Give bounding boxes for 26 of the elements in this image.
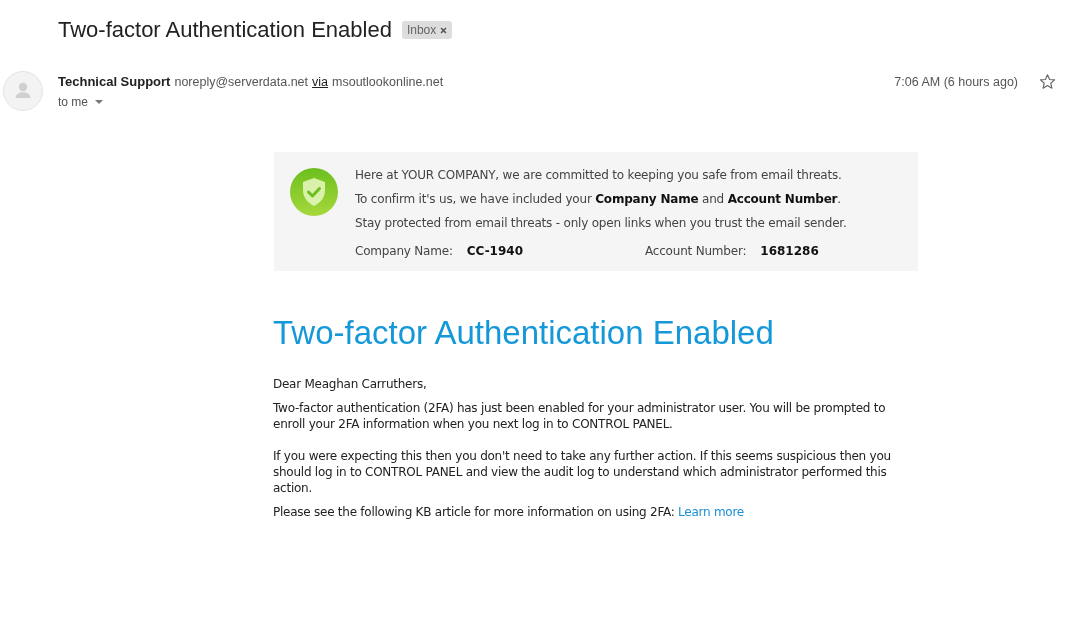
star-icon[interactable] bbox=[1039, 73, 1056, 90]
email-subject: Two-factor Authentication Enabled bbox=[58, 16, 392, 44]
sender-email: noreply@serverdata.net bbox=[174, 75, 309, 89]
body-paragraph: Please see the following KB article for more information on using 2FA: Learn more bbox=[273, 504, 745, 520]
email-heading: Two-factor Authentication Enabled bbox=[273, 314, 775, 352]
field-label: Company Name: bbox=[355, 243, 453, 259]
recipient-text: to me bbox=[58, 94, 88, 110]
notice-text: To confirm it's us, we have included your Company Name and Account Number. bbox=[355, 191, 842, 208]
shield-check-icon bbox=[290, 168, 338, 216]
caret-icon[interactable] bbox=[95, 100, 103, 104]
via-domain: msoutlookonline.net bbox=[332, 75, 444, 89]
via-link[interactable]: via bbox=[312, 75, 328, 89]
notice-text: Here at YOUR COMPANY, we are committed to keeping you safe from email threats. bbox=[355, 167, 843, 184]
field-value: CC-1940 bbox=[466, 243, 524, 259]
timestamp: 7:06 AM (6 hours ago) bbox=[894, 73, 1018, 90]
notice-text: Stay protected from email threats - only open links when you trust the email sender. bbox=[355, 215, 847, 232]
inbox-label-chip[interactable]: Inbox bbox=[401, 21, 453, 39]
body-paragraph: If you were expecting this then you don't need to take any further action. If this seems suspicious then you should log in to CONTROL PANEL and view the audit log to understand which administrator performed this action. bbox=[273, 448, 892, 496]
field-value: 1681286 bbox=[760, 243, 819, 259]
sender-name: Technical Support bbox=[58, 74, 171, 89]
learn-more-link[interactable]: Learn more bbox=[678, 505, 744, 519]
avatar-placeholder bbox=[3, 71, 43, 111]
field-label: Account Number: bbox=[645, 243, 747, 259]
body-paragraph: Two-factor authentication (2FA) has just been enabled for your administrator user. You will be prompted to enroll your 2FA information when you next log in to CONTROL PANEL. bbox=[273, 400, 887, 432]
body-paragraph: Dear Meaghan Carruthers, bbox=[273, 376, 428, 392]
remove-label-icon[interactable] bbox=[440, 26, 448, 34]
